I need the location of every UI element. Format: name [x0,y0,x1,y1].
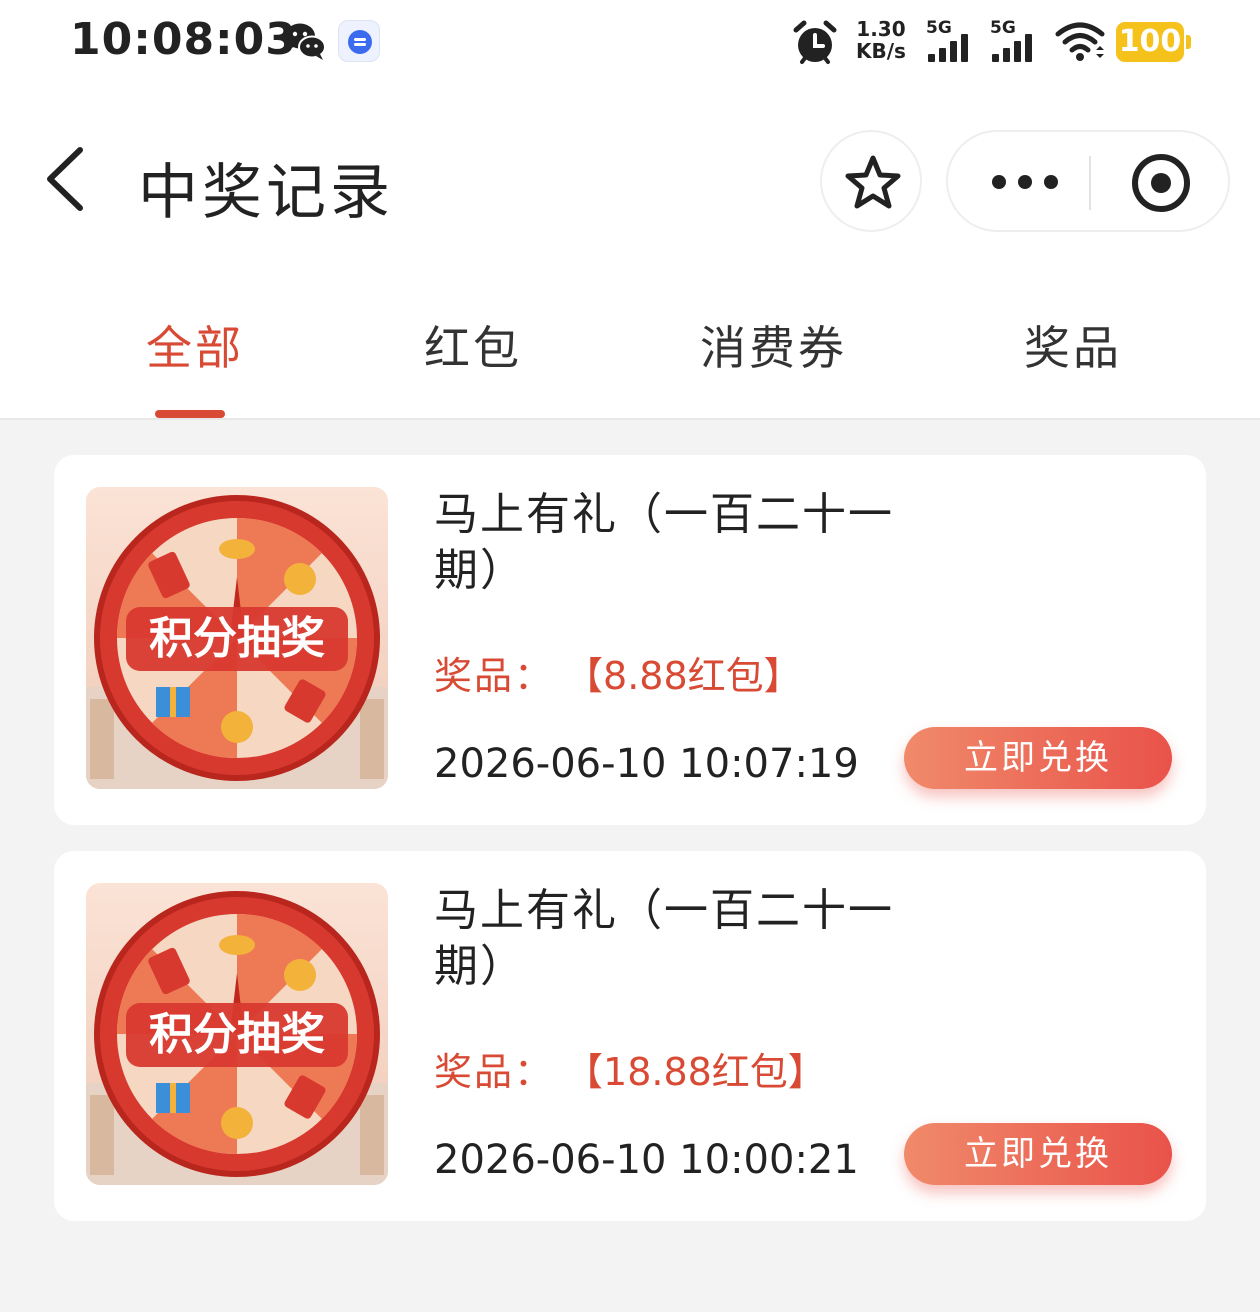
capsule-divider [1089,156,1091,210]
record-card[interactable]: 积分抽奖 马上有礼（一百二十一期） 奖品： 【8.88红包】 2026-06-10… [54,455,1206,825]
redeem-button[interactable]: 立即兑换 [904,727,1172,789]
wechat-icon [282,18,328,68]
record-title: 马上有礼（一百二十一期） [434,489,894,596]
tab-active-indicator [155,410,225,418]
miniprogram-capsule [946,130,1230,232]
prize-label: 奖品： [434,1050,555,1094]
tab-red-packet[interactable]: 红包 [424,312,522,378]
thumb-lottery-text: 积分抽奖 [149,1009,325,1060]
tab-coupon[interactable]: 消费券 [700,312,847,378]
status-time: 10:08:03 [70,14,297,65]
wifi-icon [1054,20,1106,68]
record-datetime: 2026-06-10 10:07:19 [434,741,859,787]
redeem-button[interactable]: 立即兑换 [904,1123,1172,1185]
tab-bar: 全部 红包 消费券 奖品 [0,268,1260,420]
favorite-button[interactable] [820,130,922,232]
message-app-icon [338,20,380,62]
network-speed: 1.30 KB/s [856,18,906,62]
tab-gift[interactable]: 奖品 [1024,312,1122,378]
network-speed-value: 1.30 [856,17,906,41]
battery-icon: 100 [1116,22,1191,62]
record-card[interactable]: 积分抽奖 马上有礼（一百二十一期） 奖品： 【18.88红包】 2026-06-1… [54,851,1206,1221]
record-datetime: 2026-06-10 10:00:21 [434,1137,859,1183]
more-dots-icon[interactable] [992,175,1062,191]
star-icon [845,155,901,209]
page-title: 中奖记录 [138,158,394,228]
prize-line: 奖品： 【18.88红包】 [434,1041,826,1096]
record-title: 马上有礼（一百二十一期） [434,885,894,992]
prize-value: 【18.88红包】 [584,1050,826,1094]
thumb-lottery-text: 积分抽奖 [149,613,325,664]
prize-line: 奖品： 【8.88红包】 [434,645,802,700]
alarm-icon [790,18,840,72]
prize-label: 奖品： [434,654,555,698]
network-speed-unit: KB/s [856,39,906,63]
nav-bar: 中奖记录 [0,88,1260,268]
target-icon[interactable] [1130,152,1192,218]
lottery-wheel-image: 积分抽奖 [86,883,388,1185]
lottery-wheel-image: 积分抽奖 [86,487,388,789]
tab-all[interactable]: 全部 [146,312,244,378]
status-bar: 10:08:03 1.30 KB/s 5G 5G 100 [0,0,1260,88]
prize-value: 【8.88红包】 [584,654,802,698]
back-arrow-icon[interactable] [40,146,90,212]
